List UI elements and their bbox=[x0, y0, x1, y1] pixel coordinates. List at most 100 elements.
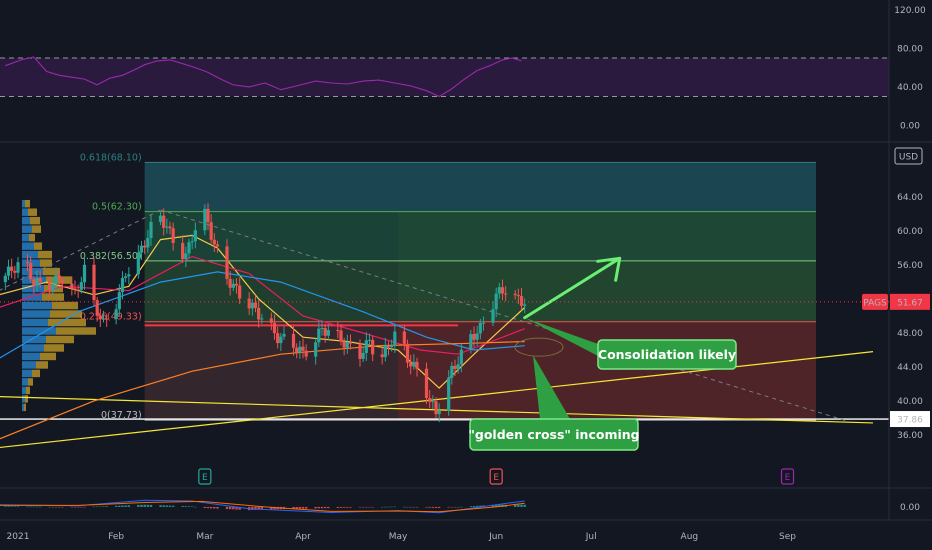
candle-body bbox=[136, 252, 140, 275]
macd-histogram-bar bbox=[143, 504, 146, 507]
volume-profile-up-bar bbox=[22, 344, 44, 352]
candle-body bbox=[79, 282, 83, 290]
candle-body bbox=[326, 330, 330, 336]
macd-histogram-bar bbox=[48, 506, 51, 508]
candle-body bbox=[453, 365, 457, 369]
macd-tick-label: 0.00 bbox=[900, 503, 920, 513]
macd-histogram-bar bbox=[406, 506, 409, 508]
candle-body bbox=[519, 296, 524, 306]
volume-profile-up-bar bbox=[22, 233, 29, 242]
rsi-tick-label: 40.00 bbox=[897, 83, 923, 93]
candle-body bbox=[336, 330, 340, 332]
candle-body bbox=[76, 289, 80, 291]
macd-histogram-bar bbox=[13, 506, 17, 507]
macd-histogram-bar bbox=[95, 506, 99, 508]
macd-histogram-bar bbox=[70, 506, 74, 508]
candle-body bbox=[364, 340, 368, 353]
fib-level-label: 0.5(62.30) bbox=[92, 202, 142, 213]
candle-body bbox=[412, 361, 416, 367]
macd-histogram-bar bbox=[346, 506, 349, 508]
macd-histogram-bar bbox=[159, 505, 162, 507]
rsi-band bbox=[0, 57, 889, 97]
candle-body bbox=[234, 283, 239, 286]
candle-body bbox=[475, 333, 479, 340]
volume-profile-up-bar bbox=[22, 199, 25, 208]
pags-chart[interactable]: 0.618(68.10) 0.5(62.30) 0.382(56.50) 0.236(… bbox=[0, 0, 932, 550]
macd-histogram-bar bbox=[149, 504, 153, 507]
volume-profile-up-bar bbox=[22, 386, 26, 395]
volume-profile-down-bar bbox=[25, 199, 30, 208]
volume-profile-down-bar bbox=[44, 344, 64, 352]
currency-label: USD bbox=[899, 153, 918, 163]
macd-histogram-bar bbox=[10, 506, 13, 507]
volume-profile-down-bar bbox=[43, 267, 60, 276]
macd-histogram-bar bbox=[16, 506, 20, 507]
time-axis-label: Jun bbox=[488, 532, 503, 542]
price-tick-label: 64.00 bbox=[897, 193, 923, 203]
volume-profile-down-bar bbox=[28, 208, 37, 216]
macd-histogram-bar bbox=[517, 504, 520, 507]
macd-histogram-bar bbox=[162, 505, 165, 507]
candle-body bbox=[481, 322, 486, 324]
macd-histogram-bar bbox=[425, 506, 428, 508]
candle-body bbox=[409, 362, 413, 367]
macd-histogram-bar bbox=[349, 506, 352, 508]
macd-histogram-bar bbox=[431, 506, 435, 508]
candle-body bbox=[247, 298, 251, 309]
macd-histogram-bar bbox=[336, 506, 340, 508]
candle-body bbox=[184, 253, 188, 260]
time-axis-label: Jul bbox=[585, 532, 597, 542]
candle-body bbox=[345, 342, 349, 348]
candle-body bbox=[124, 276, 128, 278]
candle-body bbox=[301, 346, 305, 351]
candle-body bbox=[371, 339, 375, 355]
candle-body bbox=[98, 315, 102, 320]
candle-body bbox=[35, 278, 39, 286]
candle-body bbox=[117, 292, 121, 310]
volume-profile-up-bar bbox=[22, 361, 36, 369]
macd-histogram-bar bbox=[409, 506, 412, 508]
earnings-event-label: E bbox=[785, 473, 791, 483]
candle-body bbox=[298, 346, 302, 353]
macd-histogram-bar bbox=[384, 506, 387, 508]
time-axis-label: Mar bbox=[196, 532, 213, 542]
volume-profile-down-bar bbox=[52, 301, 78, 310]
macd-histogram-bar bbox=[171, 505, 175, 507]
macd-histogram-bar bbox=[206, 506, 210, 509]
candle-body bbox=[431, 401, 435, 403]
macd-histogram-bar bbox=[368, 506, 371, 508]
volume-profile-down-bar bbox=[46, 335, 74, 344]
candle-body bbox=[212, 239, 216, 245]
candle-body bbox=[383, 345, 387, 358]
candle-body bbox=[149, 221, 153, 238]
candle-body bbox=[291, 333, 296, 348]
volume-profile-up-bar bbox=[22, 301, 52, 310]
callout-consolidation-text: Consolidation likely bbox=[598, 347, 736, 362]
candle-body bbox=[317, 328, 321, 343]
volume-profile-down-bar bbox=[36, 361, 48, 369]
macd-histogram-bar bbox=[118, 505, 121, 507]
volume-profile-down-bar bbox=[50, 310, 82, 318]
candle-body bbox=[428, 398, 432, 402]
candle-body bbox=[504, 293, 508, 295]
candle-body bbox=[120, 277, 125, 293]
candle-body bbox=[181, 242, 185, 260]
candle-body bbox=[92, 264, 96, 301]
rsi-tick-label: 80.00 bbox=[897, 44, 923, 54]
candle-body bbox=[405, 343, 410, 363]
macd-histogram-bar bbox=[54, 506, 58, 508]
macd-histogram-bar bbox=[232, 506, 235, 510]
candle-body bbox=[190, 241, 194, 243]
candle-body bbox=[60, 280, 64, 284]
candle-body bbox=[513, 293, 517, 296]
candle-body bbox=[231, 283, 235, 288]
volume-profile-down-bar bbox=[32, 369, 40, 378]
time-axis-label: Feb bbox=[108, 532, 124, 542]
volume-profile-down-bar bbox=[30, 216, 40, 225]
fib-level-label: 0.382(56.50) bbox=[80, 251, 142, 262]
candle-body bbox=[250, 302, 254, 309]
price-tick-label: 48.00 bbox=[897, 329, 923, 339]
candle-body bbox=[139, 245, 144, 253]
candle-body bbox=[114, 309, 118, 319]
macd-histogram-bar bbox=[4, 506, 7, 507]
